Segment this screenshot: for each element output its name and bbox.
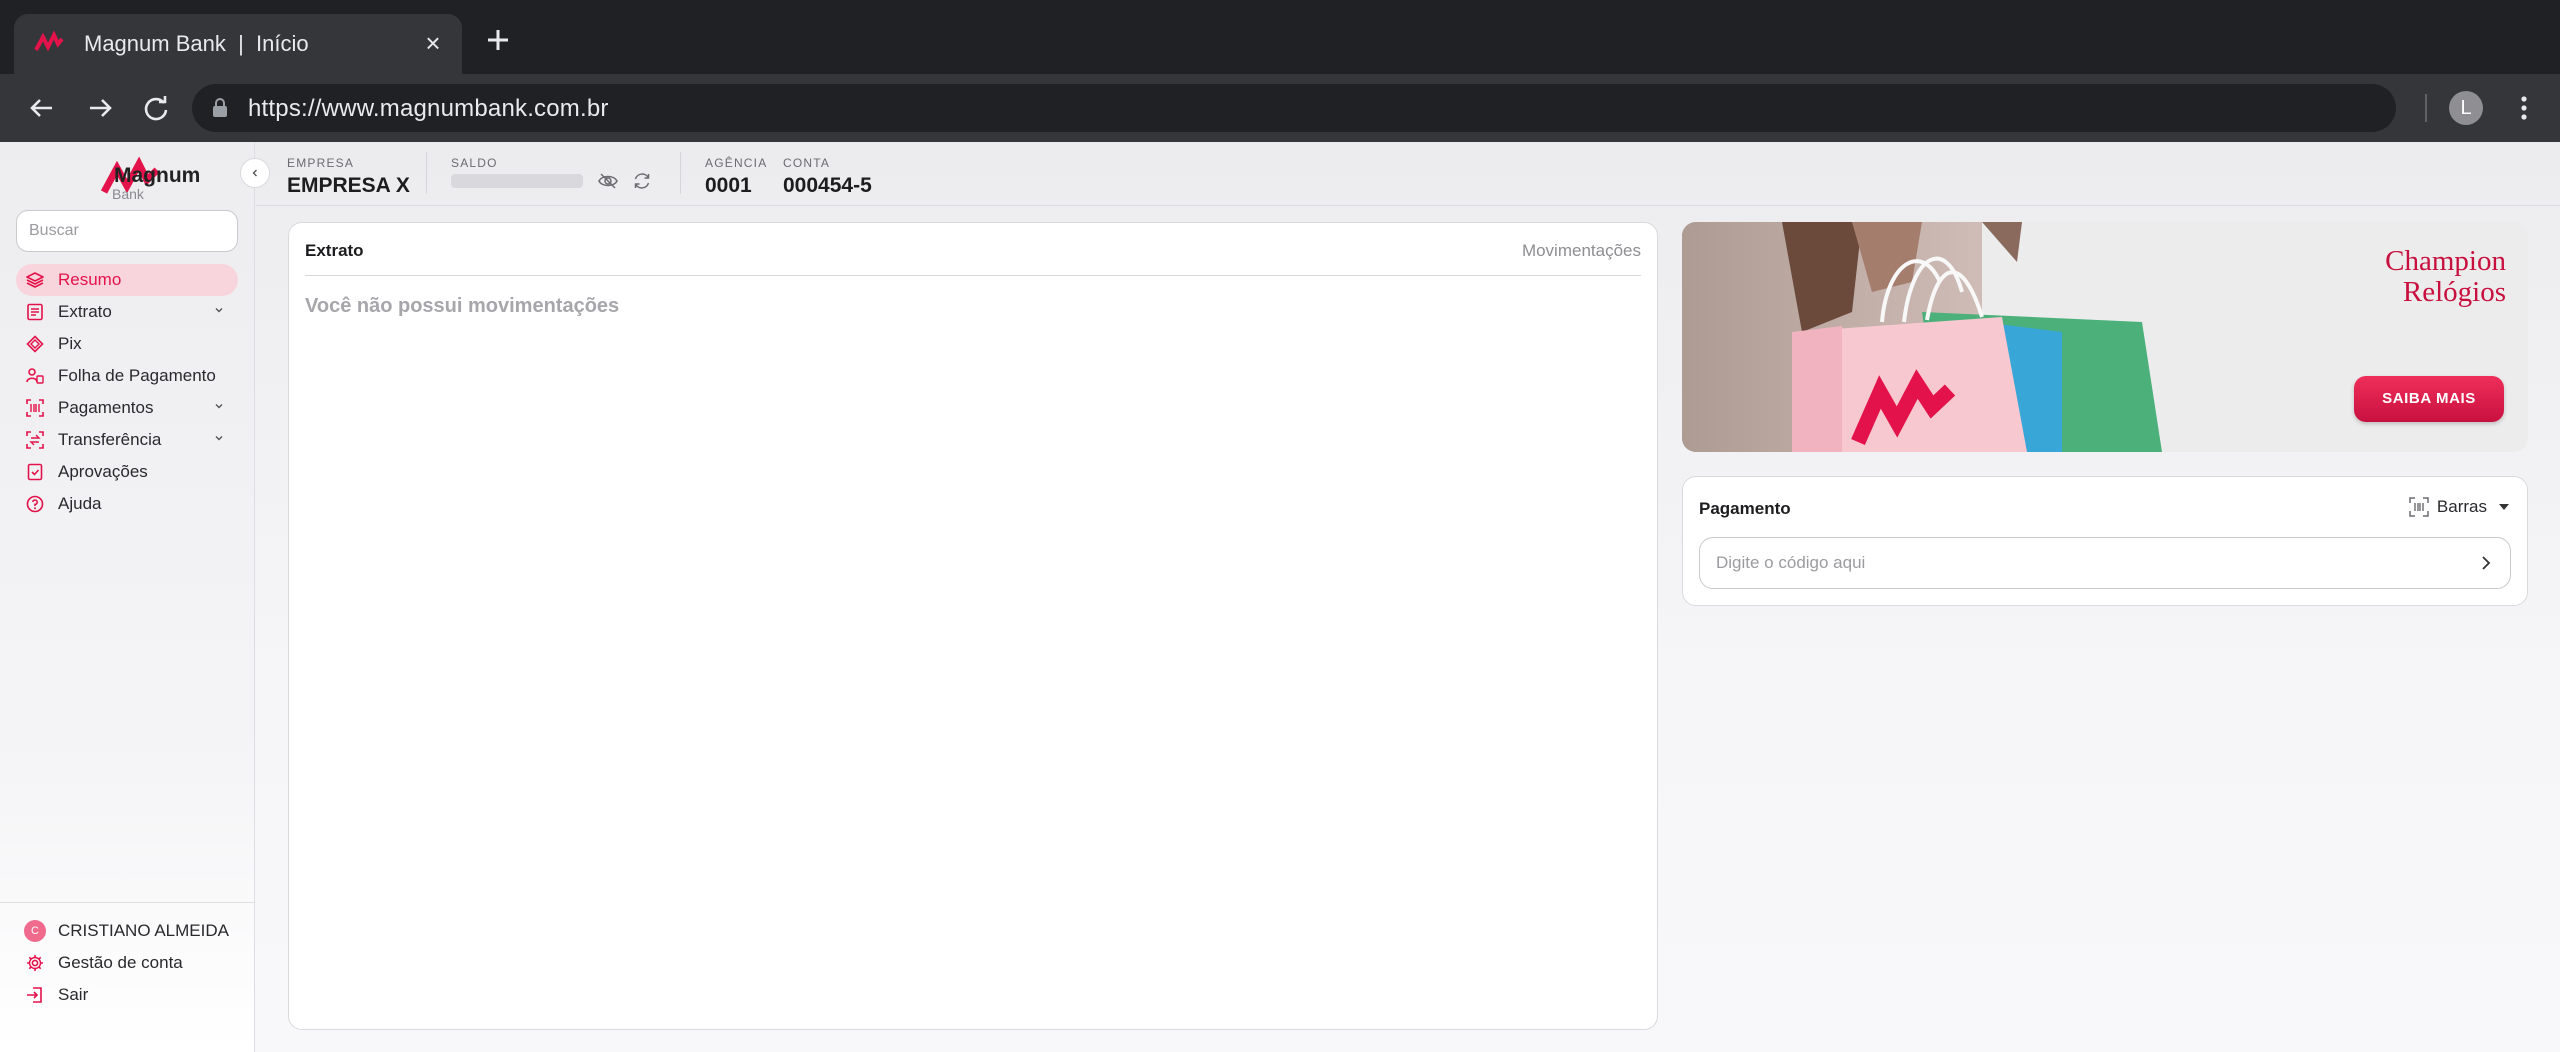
brand-subtitle: Bank bbox=[112, 186, 144, 202]
browser-tab[interactable]: Magnum Bank | Início × bbox=[14, 14, 462, 74]
empresa-label: EMPRESA bbox=[287, 156, 355, 170]
barcode-icon bbox=[2409, 497, 2429, 517]
chevron-left-icon bbox=[252, 169, 257, 177]
help-icon bbox=[26, 495, 44, 513]
empty-state-message: Você não possui movimentações bbox=[305, 295, 620, 317]
agencia-label: AGÊNCIA bbox=[705, 156, 768, 170]
sidebar-item-transferencia[interactable]: Transferência bbox=[16, 424, 238, 456]
magnum-favicon-icon bbox=[34, 30, 64, 52]
conta-field: CONTA 000454-5 bbox=[783, 156, 872, 198]
chevron-down-icon bbox=[215, 308, 223, 313]
account-settings-link[interactable]: Gestão de conta bbox=[0, 947, 255, 979]
forward-icon[interactable] bbox=[84, 92, 116, 124]
account-settings-label: Gestão de conta bbox=[58, 953, 183, 972]
document-icon bbox=[27, 303, 43, 321]
plus-icon[interactable] bbox=[482, 24, 514, 56]
sidebar-item-resumo[interactable]: Resumo bbox=[16, 264, 238, 296]
empresa-field: EMPRESA EMPRESA X bbox=[287, 156, 410, 198]
chevron-down-icon bbox=[215, 404, 223, 409]
sidebar-item-label: Pix bbox=[58, 334, 82, 353]
browser-toolbar: https://www.magnumbank.com.br L bbox=[0, 74, 2560, 142]
saldo-label: SALDO bbox=[451, 156, 498, 170]
collapse-sidebar-button[interactable] bbox=[240, 158, 270, 188]
payment-type-dropdown[interactable]: Barras bbox=[2409, 497, 2509, 517]
sidebar-item-label: Folha de Pagamento bbox=[58, 366, 216, 385]
profile-avatar[interactable]: L bbox=[2449, 91, 2483, 125]
sidebar-item-aprovacoes[interactable]: Aprovações bbox=[16, 456, 238, 488]
url-text: https://www.magnumbank.com.br bbox=[248, 95, 609, 122]
gear-icon bbox=[27, 955, 43, 971]
reload-icon[interactable] bbox=[140, 92, 172, 124]
conta-value: 000454-5 bbox=[783, 174, 872, 197]
sidebar-item-label: Transferência bbox=[58, 430, 162, 449]
avatar: C bbox=[24, 920, 46, 942]
account-header: EMPRESA EMPRESA X SALDO AGÊNCIA 0001 CON… bbox=[256, 142, 2560, 206]
pagamento-title: Pagamento bbox=[1699, 499, 1791, 518]
barcode-input[interactable] bbox=[1700, 538, 2460, 588]
hidden-balance bbox=[451, 174, 583, 188]
sidebar: Magnum Bank Resumo Extrato Pix Folha de … bbox=[0, 142, 255, 1052]
transfer-icon bbox=[26, 431, 44, 449]
chevron-down-icon bbox=[215, 436, 223, 441]
pagamento-card: Pagamento Barras bbox=[1682, 476, 2528, 606]
banner-title-line2: Relógios bbox=[2402, 276, 2506, 308]
extrato-card: Extrato Movimentações Você não possui mo… bbox=[288, 222, 1658, 1030]
banner-title-line1: Champion bbox=[2385, 245, 2506, 277]
chevron-right-icon[interactable] bbox=[2476, 553, 2496, 573]
extrato-title: Extrato bbox=[305, 241, 364, 260]
sidebar-item-extrato[interactable]: Extrato bbox=[16, 296, 238, 328]
logout-icon bbox=[27, 987, 42, 1003]
agencia-value: 0001 bbox=[705, 174, 752, 197]
pix-icon bbox=[26, 335, 44, 353]
app-root: Magnum Bank Resumo Extrato Pix Folha de … bbox=[0, 142, 2560, 1052]
sidebar-item-ajuda[interactable]: Ajuda bbox=[16, 488, 238, 520]
close-icon[interactable]: × bbox=[418, 28, 448, 58]
header-divider bbox=[680, 152, 681, 194]
refresh-icon[interactable] bbox=[632, 171, 652, 191]
lock-icon bbox=[213, 98, 227, 117]
brand-name: Magnum bbox=[114, 164, 201, 187]
address-bar[interactable]: https://www.magnumbank.com.br bbox=[192, 84, 2396, 132]
barcode-icon bbox=[26, 399, 44, 417]
payment-type-value: Barras bbox=[2436, 497, 2487, 516]
sidebar-menu: Resumo Extrato Pix Folha de Pagamento Pa… bbox=[16, 264, 238, 520]
agencia-field: AGÊNCIA 0001 bbox=[705, 156, 767, 198]
movimentacoes-link[interactable]: Movimentações bbox=[1522, 241, 1641, 261]
user-name: CRISTIANO ALMEIDA bbox=[58, 921, 229, 940]
divider bbox=[305, 275, 1641, 276]
browser-tab-bar: Magnum Bank | Início × bbox=[0, 0, 2560, 74]
kebab-icon[interactable] bbox=[2514, 92, 2534, 124]
empresa-value: EMPRESA X bbox=[287, 174, 410, 197]
payroll-icon bbox=[26, 368, 44, 384]
back-icon[interactable] bbox=[26, 92, 58, 124]
conta-label: CONTA bbox=[783, 156, 831, 170]
sidebar-item-label: Aprovações bbox=[58, 462, 148, 481]
saiba-mais-button[interactable]: SAIBA MAIS bbox=[2354, 376, 2504, 422]
code-field bbox=[1699, 537, 2511, 589]
eye-off-icon[interactable] bbox=[597, 172, 619, 190]
sidebar-item-folha-de-pagamento[interactable]: Folha de Pagamento bbox=[16, 360, 238, 392]
header-divider bbox=[426, 152, 427, 194]
layers-icon bbox=[26, 272, 44, 288]
sidebar-item-label: Extrato bbox=[58, 302, 112, 321]
saldo-field: SALDO bbox=[451, 156, 498, 170]
sidebar-item-label: Ajuda bbox=[58, 494, 102, 513]
sidebar-footer: C CRISTIANO ALMEIDA Gestão de conta Sair bbox=[0, 902, 255, 1011]
banner-title: Champion Relógios bbox=[2385, 246, 2506, 308]
logout-link[interactable]: Sair bbox=[0, 979, 255, 1011]
user-profile[interactable]: C CRISTIANO ALMEIDA bbox=[0, 915, 255, 947]
promo-banner[interactable]: Champion Relógios SAIBA MAIS bbox=[1682, 222, 2528, 452]
toolbar-divider bbox=[2425, 94, 2427, 122]
sidebar-item-label: Resumo bbox=[58, 270, 122, 289]
search-input[interactable] bbox=[16, 210, 238, 252]
approval-icon bbox=[27, 463, 43, 481]
caret-down-icon bbox=[2499, 504, 2509, 510]
sidebar-item-label: Pagamentos bbox=[58, 398, 154, 417]
tab-title: Magnum Bank | Início bbox=[84, 31, 309, 56]
sidebar-item-pagamentos[interactable]: Pagamentos bbox=[16, 392, 238, 424]
sidebar-item-pix[interactable]: Pix bbox=[16, 328, 238, 360]
logout-label: Sair bbox=[58, 985, 89, 1004]
